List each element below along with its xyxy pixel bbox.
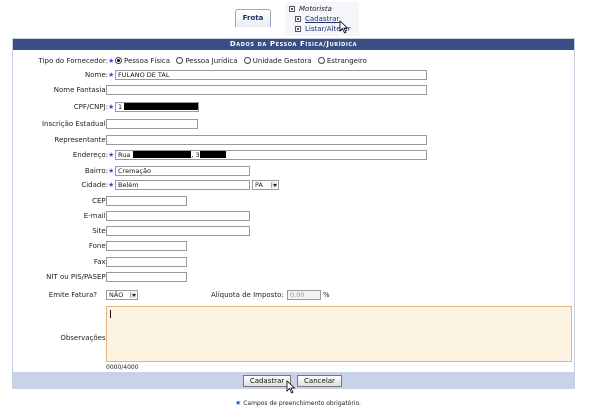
required-note: ★ Campos de preenchimento obrigatório.	[235, 399, 361, 407]
required-star: ★	[108, 71, 115, 79]
chevron-down-icon	[271, 182, 277, 188]
cadastrar-button[interactable]: Cadastrar	[243, 375, 291, 387]
radio-icon	[317, 57, 325, 64]
supplier-form: Dados da Pessoa Física/Jurídica Tipo do …	[12, 38, 575, 389]
submenu-icon	[289, 6, 295, 12]
representante-input[interactable]	[106, 135, 427, 145]
emite-fatura-select[interactable]: NÃO	[106, 290, 138, 300]
radio-icon	[243, 57, 251, 64]
uf-select[interactable]: PA	[252, 180, 279, 190]
mouse-pointer-icon	[339, 20, 349, 34]
redacted-block	[199, 151, 226, 158]
emite-fatura-label: Emite Fatura?	[48, 291, 97, 299]
form-title: Dados da Pessoa Física/Jurídica	[13, 39, 574, 50]
nome-input[interactable]: FULANO DE TAL	[115, 70, 427, 80]
text-caret	[110, 310, 111, 318]
required-star-icon: ★	[235, 399, 242, 407]
representante-label: Representante:	[54, 136, 108, 144]
observacoes-label: Observações:	[60, 334, 108, 342]
menu-item-cadastrar[interactable]: Cadastrar	[295, 15, 339, 23]
cancelar-button[interactable]: Cancelar	[297, 375, 342, 387]
cpf-cnpj-label: CPF/CNPJ:	[73, 103, 108, 111]
radio-pessoa-fisica[interactable]: Pessoa Física	[115, 57, 170, 65]
radio-selected-icon	[115, 57, 122, 64]
endereco-input[interactable]: Rua, 3	[115, 150, 427, 160]
nit-label: NIT ou PIS/PASEP:	[46, 273, 108, 281]
percent-unit: %	[323, 291, 330, 299]
mouse-pointer-icon	[286, 380, 296, 394]
cidade-label: Cidade:	[81, 181, 108, 189]
inscricao-estadual-input[interactable]	[106, 119, 198, 129]
email-input[interactable]	[106, 211, 250, 221]
nit-pis-pasep-input[interactable]	[106, 272, 187, 282]
observacoes-textarea[interactable]	[106, 306, 572, 362]
required-star: ★	[108, 103, 115, 111]
required-star: ★	[108, 167, 115, 175]
fone-label: Fone:	[88, 242, 108, 250]
aliquota-label: Alíquota de Imposto:	[211, 291, 284, 299]
nome-label: Nome:	[84, 71, 108, 79]
required-star: ★	[108, 57, 115, 65]
char-counter: 0000/4000	[106, 364, 139, 371]
cep-input[interactable]	[106, 196, 187, 206]
inscricao-label: Inscrição Estadual:	[41, 120, 108, 128]
cidade-input[interactable]: Belém	[115, 180, 250, 190]
redacted-block	[133, 151, 192, 158]
site-input[interactable]	[106, 226, 250, 236]
tipo-radio-group: Pessoa Física Pessoa Jurídica Unidade Ge…	[115, 56, 371, 66]
radio-icon	[176, 57, 184, 64]
menu-group-motorista: Motorista	[289, 5, 332, 13]
endereco-label: Endereço:	[72, 151, 108, 159]
bairro-label: Bairro:	[84, 167, 108, 175]
bairro-input[interactable]: Cremação	[115, 166, 250, 176]
fax-label: Fax:	[93, 258, 108, 266]
chevron-down-icon	[130, 292, 136, 298]
nome-fantasia-input[interactable]	[106, 85, 427, 95]
aliquota-input[interactable]: 0,00	[287, 290, 321, 300]
fone-input[interactable]	[106, 241, 187, 251]
cep-label: CEP:	[92, 197, 108, 205]
tab-frota[interactable]: Frota	[235, 9, 271, 27]
cpf-cnpj-input[interactable]: 1	[115, 102, 199, 112]
radio-unidade-gestora[interactable]: Unidade Gestora	[243, 57, 312, 65]
redacted-block	[124, 103, 198, 110]
fax-input[interactable]	[106, 257, 187, 267]
required-star: ★	[108, 181, 115, 189]
site-label: Site:	[92, 227, 108, 235]
radio-pessoa-juridica[interactable]: Pessoa Jurídica	[176, 57, 238, 65]
radio-estrangeiro[interactable]: Estrangeiro	[317, 57, 367, 65]
email-label: E-mail:	[83, 212, 108, 220]
nome-fantasia-label: Nome Fantasia:	[53, 86, 108, 94]
tipo-label: Tipo do Fornecedor:	[38, 57, 108, 65]
bullet-icon	[295, 16, 301, 22]
bullet-icon	[295, 26, 301, 32]
required-star: ★	[108, 151, 115, 159]
